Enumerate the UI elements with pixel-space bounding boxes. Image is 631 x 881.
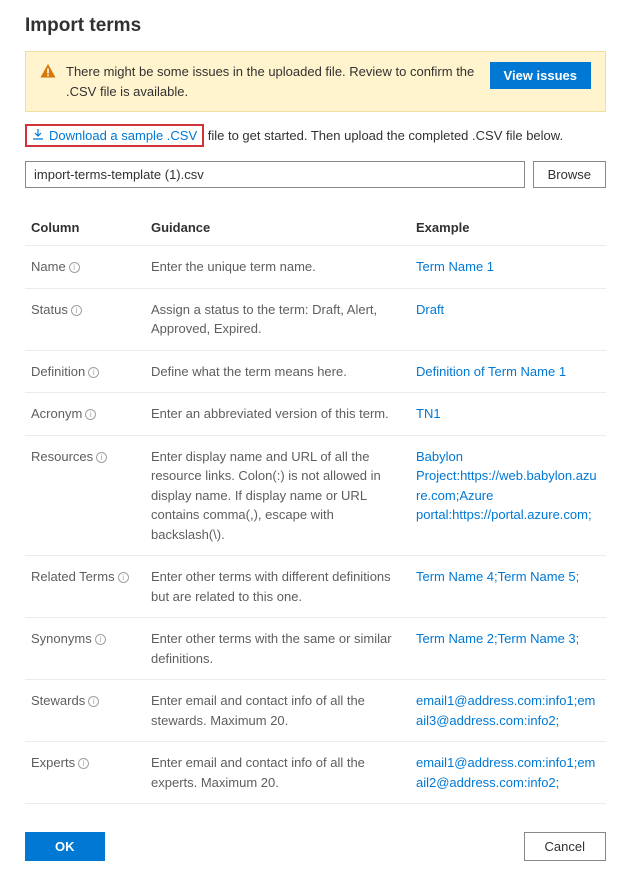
download-rest-text: file to get started. Then upload the com…: [204, 128, 563, 143]
info-icon[interactable]: i: [71, 305, 82, 316]
column-name: Namei: [25, 246, 145, 289]
table-row: NameiEnter the unique term name.Term Nam…: [25, 246, 606, 289]
info-icon[interactable]: i: [69, 262, 80, 273]
ok-button[interactable]: OK: [25, 832, 105, 861]
column-name: Acronymi: [25, 393, 145, 436]
column-name: Resourcesi: [25, 435, 145, 556]
column-name: Definitioni: [25, 350, 145, 393]
example-cell: Term Name 4;Term Name 5;: [410, 556, 606, 618]
table-row: SynonymsiEnter other terms with the same…: [25, 618, 606, 680]
cancel-button[interactable]: Cancel: [524, 832, 606, 861]
guidance-cell: Enter email and contact info of all the …: [145, 680, 410, 742]
download-link-text[interactable]: Download a sample .CSV: [49, 128, 197, 143]
header-guidance: Guidance: [145, 210, 410, 246]
guidance-cell: Enter the unique term name.: [145, 246, 410, 289]
info-icon[interactable]: i: [78, 758, 89, 769]
guidance-cell: Enter other terms with the same or simil…: [145, 618, 410, 680]
table-row: DefinitioniDefine what the term means he…: [25, 350, 606, 393]
info-icon[interactable]: i: [96, 452, 107, 463]
table-row: StewardsiEnter email and contact info of…: [25, 680, 606, 742]
table-row: StatusiAssign a status to the term: Draf…: [25, 288, 606, 350]
table-header-row: Column Guidance Example: [25, 210, 606, 246]
view-issues-button[interactable]: View issues: [490, 62, 591, 89]
header-column: Column: [25, 210, 145, 246]
page-title: Import terms: [25, 15, 606, 37]
warning-banner: There might be some issues in the upload…: [25, 51, 606, 112]
download-icon: [32, 128, 44, 143]
example-cell: Draft: [410, 288, 606, 350]
example-cell: Babylon Project:https://web.babylon.azur…: [410, 435, 606, 556]
download-sample-link[interactable]: Download a sample .CSV: [25, 124, 204, 147]
info-icon[interactable]: i: [95, 634, 106, 645]
info-icon[interactable]: i: [88, 367, 99, 378]
file-path-input[interactable]: [25, 161, 525, 188]
info-icon[interactable]: i: [88, 696, 99, 707]
table-row: AcronymiEnter an abbreviated version of …: [25, 393, 606, 436]
guidance-cell: Assign a status to the term: Draft, Aler…: [145, 288, 410, 350]
download-row: Download a sample .CSV file to get start…: [25, 124, 606, 147]
table-row: ExpertsiEnter email and contact info of …: [25, 742, 606, 804]
guidance-cell: Enter email and contact info of all the …: [145, 742, 410, 804]
warning-text: There might be some issues in the upload…: [66, 62, 480, 101]
example-cell: Definition of Term Name 1: [410, 350, 606, 393]
info-icon[interactable]: i: [118, 572, 129, 583]
column-name: Expertsi: [25, 742, 145, 804]
example-cell: Term Name 1: [410, 246, 606, 289]
footer: OK Cancel: [25, 832, 606, 861]
example-cell: email1@address.com:info1;email3@address.…: [410, 680, 606, 742]
info-icon[interactable]: i: [85, 409, 96, 420]
table-row: ResourcesiEnter display name and URL of …: [25, 435, 606, 556]
example-cell: Term Name 2;Term Name 3;: [410, 618, 606, 680]
column-name: Stewardsi: [25, 680, 145, 742]
warning-icon: [40, 63, 56, 82]
browse-button[interactable]: Browse: [533, 161, 606, 188]
file-row: Browse: [25, 161, 606, 188]
example-cell: TN1: [410, 393, 606, 436]
column-name: Statusi: [25, 288, 145, 350]
header-example: Example: [410, 210, 606, 246]
guidance-cell: Enter other terms with different definit…: [145, 556, 410, 618]
example-cell: email1@address.com:info1;email2@address.…: [410, 742, 606, 804]
column-name: Related Termsi: [25, 556, 145, 618]
column-name: Synonymsi: [25, 618, 145, 680]
guidance-cell: Enter display name and URL of all the re…: [145, 435, 410, 556]
guidance-cell: Define what the term means here.: [145, 350, 410, 393]
guidance-cell: Enter an abbreviated version of this ter…: [145, 393, 410, 436]
table-row: Related TermsiEnter other terms with dif…: [25, 556, 606, 618]
